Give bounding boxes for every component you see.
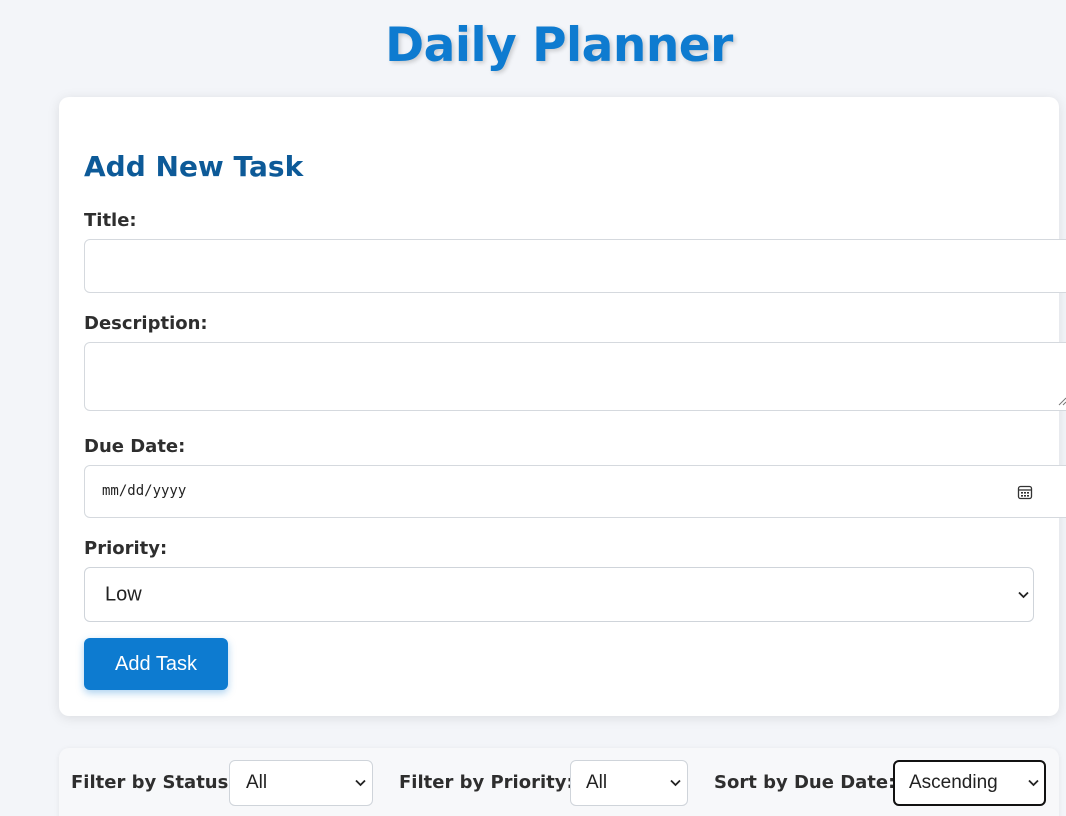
chevron-down-icon — [355, 779, 366, 787]
due-date-label: Due Date: — [84, 436, 186, 457]
add-task-button[interactable]: Add Task — [84, 638, 228, 690]
due-date-input[interactable]: mm/dd/yyyy — [84, 465, 1066, 518]
chevron-down-icon — [1018, 591, 1029, 598]
add-task-heading: Add New Task — [84, 150, 304, 183]
resize-handle-icon[interactable] — [1057, 396, 1066, 406]
description-textarea[interactable] — [84, 342, 1066, 411]
chevron-down-icon — [1028, 779, 1039, 787]
due-date-placeholder: mm/dd/yyyy — [102, 483, 187, 499]
priority-select-value: Low — [105, 583, 142, 605]
page-title: Daily Planner — [385, 18, 733, 73]
title-input[interactable] — [84, 239, 1066, 293]
status-filter-label: Filter by Status: — [71, 772, 236, 793]
sort-select-value: Ascending — [909, 772, 998, 793]
priority-label: Priority: — [84, 538, 168, 559]
status-filter-select[interactable]: All — [229, 760, 373, 806]
priority-filter-value: All — [586, 772, 608, 793]
chevron-down-icon — [670, 779, 681, 787]
priority-filter-select[interactable]: All — [570, 760, 688, 806]
description-label: Description: — [84, 313, 208, 334]
sort-label: Sort by Due Date: — [714, 772, 896, 793]
priority-filter-label: Filter by Priority: — [399, 772, 574, 793]
priority-select[interactable]: Low — [84, 567, 1034, 622]
title-label: Title: — [84, 210, 137, 231]
calendar-icon[interactable] — [1017, 484, 1033, 500]
sort-select[interactable]: Ascending — [893, 760, 1046, 806]
status-filter-value: All — [246, 772, 268, 793]
